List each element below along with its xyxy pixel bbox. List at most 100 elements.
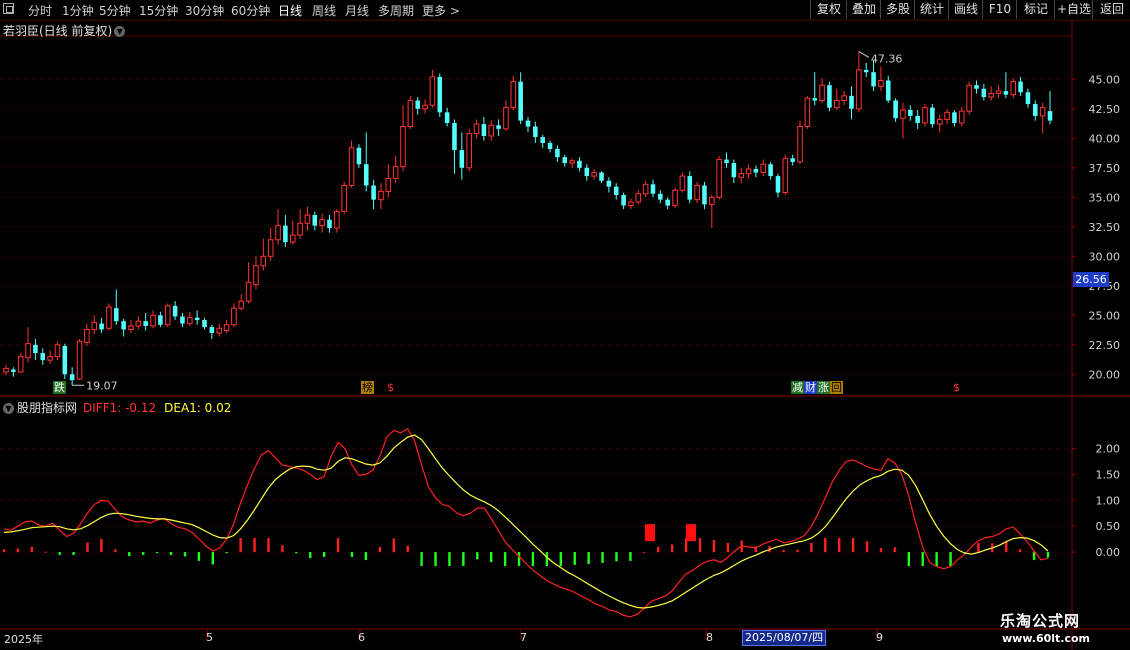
indicator-tick-label: 1.50 <box>1096 468 1121 481</box>
candle-body <box>856 69 862 110</box>
candle-body <box>99 323 104 330</box>
candle-body <box>599 172 604 181</box>
macd-bar <box>1032 552 1036 561</box>
macd-bar <box>977 542 980 553</box>
candle-body <box>893 100 898 119</box>
candle-body <box>473 123 480 135</box>
price-tick-label: 25.00 <box>1089 309 1121 322</box>
candle-body <box>47 356 53 361</box>
candle-body <box>591 172 597 177</box>
tag-dollar-1[interactable]: $ <box>386 381 395 394</box>
candle-body <box>459 150 465 168</box>
macd-bar <box>72 552 75 555</box>
candle-body <box>11 369 16 372</box>
candle-body <box>1047 111 1053 121</box>
macd-bar <box>1005 542 1008 553</box>
candle-body <box>936 118 943 125</box>
candle-body <box>54 344 61 358</box>
candle-body <box>202 320 207 328</box>
candle-body <box>804 97 811 127</box>
candle-body <box>621 194 626 206</box>
candle-body <box>863 69 869 73</box>
candle-body <box>503 107 509 130</box>
tag-rise[interactable]: 涨 <box>817 381 830 394</box>
candle-body <box>327 219 332 228</box>
candle-body <box>164 305 171 326</box>
candle-body <box>33 344 38 354</box>
tag-return[interactable]: 回 <box>830 381 843 394</box>
macd-bar <box>350 552 354 557</box>
indicator-name[interactable]: 股朋指标网 <box>17 401 77 415</box>
price-tick-label: 20.00 <box>1089 368 1121 381</box>
candle-body <box>922 107 928 124</box>
candle-body <box>334 210 340 229</box>
macd-bar <box>420 552 423 567</box>
kline-chart[interactable]: 47.36 19.07 45.00 42.50 40.00 37.50 35.00 32.5… <box>0 0 1130 650</box>
tag-finance[interactable]: 财 <box>804 381 817 394</box>
candle-body <box>540 137 545 144</box>
candle-body <box>679 175 686 191</box>
candle-body <box>930 107 935 125</box>
price-tick-label: 42.50 <box>1089 103 1121 116</box>
candle-body <box>966 84 972 112</box>
candle-body <box>1039 107 1046 117</box>
macd-bar <box>462 552 465 567</box>
dea-value: DEA1: 0.02 <box>164 401 232 415</box>
candle-body <box>900 109 906 119</box>
macd-bar <box>712 540 716 553</box>
candle-body <box>378 190 384 201</box>
candle-body <box>267 239 274 257</box>
indicator-tick-label: 0.50 <box>1096 520 1121 533</box>
candle-body <box>635 193 642 203</box>
candle-body <box>775 176 781 193</box>
macd-bar <box>197 552 201 561</box>
macd-bar <box>879 548 883 553</box>
time-label-year: 2025年 <box>4 633 43 646</box>
candle-body <box>392 166 399 179</box>
candle-body <box>731 163 737 178</box>
macd-bar <box>587 552 590 565</box>
axes: 45.0042.5040.0037.5035.0032.5030.0027.50… <box>206 73 1121 640</box>
candle-body <box>724 159 729 164</box>
macd-bar <box>169 552 173 555</box>
time-label-may: 5 <box>206 631 213 644</box>
candle-body <box>187 317 193 325</box>
macd-bar <box>865 541 869 553</box>
candle-body <box>407 100 414 127</box>
candle-body <box>885 80 891 101</box>
diff1-line <box>3 427 1049 618</box>
time-label-sep: 9 <box>876 631 883 644</box>
candle-body <box>628 201 634 207</box>
candle-body <box>62 345 68 375</box>
signal-block <box>686 524 696 542</box>
candle-body <box>466 133 472 169</box>
macd-bar <box>281 545 284 553</box>
candle-body <box>312 215 318 226</box>
macd-bar <box>531 552 535 567</box>
candle-body <box>1003 91 1009 95</box>
macd-bar <box>86 542 89 553</box>
candle-body <box>782 157 789 194</box>
tag-rank[interactable]: 榜 <box>361 381 374 394</box>
candle-body <box>702 185 707 205</box>
candle-body <box>510 81 517 109</box>
candle-body <box>415 100 420 109</box>
macd-bar <box>406 545 409 553</box>
candle-body <box>908 109 913 116</box>
macd-bar <box>670 544 674 553</box>
tag-reduce[interactable]: 减 <box>791 381 804 394</box>
chevron-down-icon[interactable]: ▼ <box>114 26 126 37</box>
tag-fall[interactable]: 跌 <box>53 381 66 394</box>
chevron-down-icon[interactable]: ▼ <box>3 403 14 414</box>
candle-body <box>17 356 24 373</box>
macd-bar <box>851 538 855 553</box>
tag-dollar-2[interactable]: $ <box>952 381 961 394</box>
candle-body <box>841 95 847 102</box>
candle-body <box>348 147 355 187</box>
high-marker-line <box>858 51 870 58</box>
candle-body <box>958 110 965 124</box>
candle-body <box>827 85 832 108</box>
price-tick-label: 45.00 <box>1089 73 1121 86</box>
candle-body <box>547 143 553 149</box>
macd-bar <box>921 552 924 567</box>
